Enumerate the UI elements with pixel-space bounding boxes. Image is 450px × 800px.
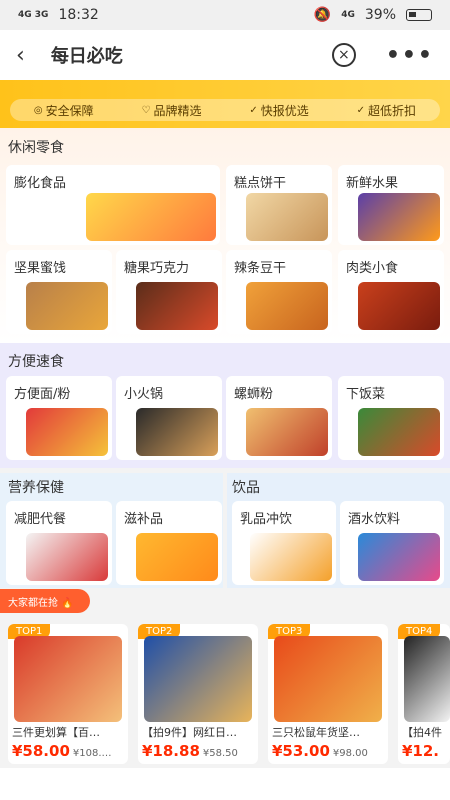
battery-icon [406,9,432,21]
shield-icon: ◎ [33,104,43,116]
nav-bar: ‹ 每日必吃 × ••• [0,30,450,80]
product-image [144,636,252,722]
clock: 18:32 [58,7,99,23]
product-card[interactable]: TOP2 【拍9件】网红日… ¥18.88 ¥58.50 [138,624,258,764]
product-name: 三件更划算【百… [12,726,100,739]
status-bar: 4G 3G 18:32 🔕 4G 39% [0,0,450,30]
product-image [26,408,108,456]
product-price: ¥58.00 ¥108.… [12,742,112,760]
heart-icon: ♡ [141,104,151,116]
section-title: 休闲零食 [8,140,64,156]
original-price: ¥108.… [72,748,112,759]
product-price: ¥18.88 ¥58.50 [142,742,238,760]
product-image [246,408,328,456]
pill-discount: ✓ 超低折扣 [356,103,417,118]
product-image [358,193,440,241]
category-card[interactable]: 乳品冲饮 [232,501,336,585]
battery-text: 39% [364,7,396,23]
category-card[interactable]: 方便面/粉 [6,376,112,460]
product-image [136,533,218,581]
category-card[interactable]: 糖果巧克力 [116,250,222,334]
mute-icon: 🔕 [313,7,332,23]
category-card[interactable]: 肉类小食 [338,250,444,334]
product-image [26,533,108,581]
category-card[interactable]: 糕点饼干 [226,165,332,245]
product-image [136,408,218,456]
category-card[interactable]: 螺蛳粉 [226,376,332,460]
back-icon[interactable]: ‹ [16,43,25,68]
product-card[interactable]: TOP1 三件更划算【百… ¥58.00 ¥108.… [8,624,128,764]
signal-icon: 4G 3G [18,9,49,20]
original-price: ¥98.00 [332,748,368,759]
product-card[interactable]: TOP4 【拍4件 ¥12. [398,624,450,764]
pill-express: ✓ 快报优选 [249,103,309,118]
product-card[interactable]: TOP3 三只松鼠年货坚… ¥53.00 ¥98.00 [268,624,388,764]
check-icon: ✓ [249,104,258,116]
check-icon: ✓ [356,104,366,116]
more-icon[interactable]: ••• [386,43,434,68]
product-image [14,636,122,722]
category-card[interactable]: 辣条豆干 [226,250,332,334]
section-title: 营养保健 [8,480,64,496]
product-image [358,282,440,330]
category-card[interactable]: 新鲜水果 [338,165,444,245]
category-card[interactable]: 酒水饮料 [340,501,444,585]
product-image [404,636,450,722]
category-card[interactable]: 下饭菜 [338,376,444,460]
hot-products: TOP1 三件更划算【百… ¥58.00 ¥108.… TOP2 【拍9件】网红日… [0,588,450,768]
category-card[interactable]: 小火锅 [116,376,222,460]
signal-4g-icon: 4G [341,9,355,20]
product-price: ¥53.00 ¥98.00 [272,742,368,760]
product-image [136,282,218,330]
product-image [358,408,440,456]
bottom-strip [0,768,450,800]
category-card[interactable]: 膨化食品 [6,165,220,245]
product-image [86,193,216,241]
product-image [246,282,328,330]
product-price: ¥12. [402,742,440,760]
category-card[interactable]: 减肥代餐 [6,501,112,585]
product-image [26,282,108,330]
guarantee-bar: ◎ 安全保障 ♡ 品牌精选 ✓ 快报优选 ✓ 超低折扣 [10,99,440,121]
pill-safe: ◎ 安全保障 [33,103,94,118]
section-title: 饮品 [232,480,260,496]
section-title: 方便速食 [8,354,64,370]
category-card[interactable]: 滋补品 [116,501,222,585]
close-icon[interactable]: × [331,43,356,67]
original-price: ¥58.50 [202,748,238,759]
product-image [246,193,328,241]
product-image [274,636,382,722]
product-name: 【拍4件 [402,726,442,739]
category-card[interactable]: 坚果蜜饯 [6,250,112,334]
page-title: 每日必吃 [50,46,123,67]
category-grid: 休闲零食 膨化食品 糕点饼干 新鲜水果 坚果蜜饯 糖果巧克力 辣条豆干 肉类小食… [0,128,450,588]
product-name: 三只松鼠年货坚… [272,726,360,739]
product-image [358,533,440,581]
product-image [250,533,332,581]
product-name: 【拍9件】网红日… [142,726,237,739]
pill-brand: ♡ 品牌精选 [141,103,202,118]
